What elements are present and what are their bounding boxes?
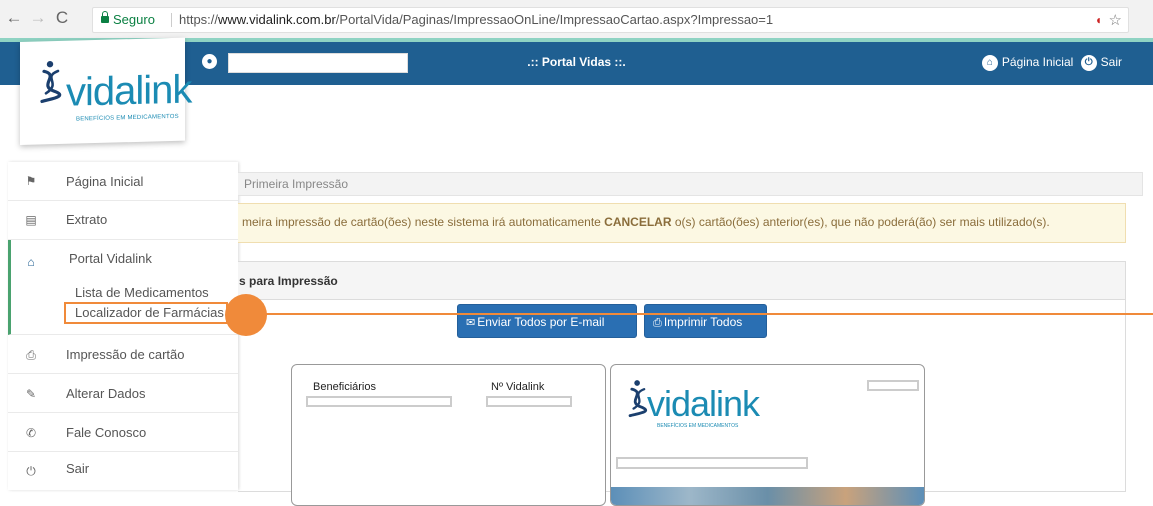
sidebar-item-fale-conosco[interactable]: ✆ Fale Conosco (8, 413, 238, 452)
logout-link[interactable]: ⏻ Sair (1080, 55, 1122, 71)
logo-tagline: BENEFÍCIOS EM MEDICAMENTOS (76, 113, 179, 123)
redacted-card-name (616, 457, 808, 469)
sidebar-item-extrato[interactable]: ▤ Extrato (8, 201, 238, 240)
home-link-label: Página Inicial (1001, 55, 1074, 70)
flag-icon: ⚑ (25, 174, 37, 188)
annotation-marker (225, 294, 267, 336)
reload-icon[interactable]: C (52, 8, 72, 28)
alert-text: meira impressão de cartão(ões) neste sis… (242, 215, 1050, 229)
sidebar-item-label: Impressão de cartão (66, 347, 185, 362)
vidalink-logo-icon (40, 61, 62, 104)
breadcrumb-current: Primeira Impressão (244, 177, 349, 191)
printer-icon: ⎙ (653, 317, 662, 329)
header-links: ⌂ Página Inicial ⏻ Sair (981, 55, 1122, 71)
send-all-email-label: Enviar Todos por E-mail (477, 315, 605, 329)
sidebar-item-alterar-dados[interactable]: ✎ Alterar Dados (8, 374, 238, 413)
secure-label: Seguro (113, 12, 155, 27)
highlight-box (64, 302, 228, 324)
sidebar-item-sair[interactable]: ⏻ Sair (8, 452, 238, 490)
sidebar-item-impressao-cartao[interactable]: ⎙ Impressão de cartão (8, 335, 238, 374)
alert-text-post: o(s) cartão(ões) anterior(es), que não p… (671, 215, 1050, 229)
phone-icon: ✆ (25, 426, 37, 440)
panel-title: s para Impressão (239, 274, 338, 288)
sidebar: ⚑ Página Inicial ▤ Extrato ⌂ Portal Vida… (8, 162, 238, 490)
home-icon: ⌂ (981, 55, 998, 71)
power-icon: ⏻ (1080, 55, 1097, 71)
logo-wordmark: vidalink (66, 67, 192, 115)
send-all-email-button[interactable]: ✉ Enviar Todos por E-mail (457, 304, 637, 338)
print-all-button[interactable]: ⎙ Imprimir Todos (644, 304, 767, 338)
document-icon: ▤ (25, 213, 37, 227)
logout-link-label: Sair (1100, 55, 1122, 70)
panel-header: s para Impressão (238, 262, 1125, 300)
url-text[interactable]: https://www.vidalink.com.br/PortalVida/P… (179, 8, 773, 32)
back-icon[interactable]: ← (4, 8, 24, 28)
sidebar-item-label: Fale Conosco (66, 425, 147, 440)
printer-icon: ⎙ (26, 348, 36, 362)
home-icon: ⌂ (27, 255, 35, 269)
sidebar-item-label: Alterar Dados (66, 386, 146, 401)
forward-icon[interactable]: → (28, 8, 48, 28)
alert-text-strong: CANCELAR (604, 215, 672, 229)
sidebar-subitem-lista-medicamentos[interactable]: Lista de Medicamentos (75, 285, 209, 300)
sidebar-item-label: Sair (66, 461, 90, 476)
alert-text-pre: meira impressão de cartão(ões) neste sis… (242, 215, 605, 229)
logo-card[interactable]: vidalink BENEFÍCIOS EM MEDICAMENTOS (20, 37, 191, 145)
redacted-card-field (867, 380, 919, 391)
sidebar-item-label: Portal Vidalink (69, 251, 152, 266)
star-icon[interactable]: ☆ (1109, 11, 1122, 29)
envelope-icon: ✉ (466, 317, 476, 329)
breadcrumb: Primeira Impressão (238, 172, 1143, 196)
browser-toolbar: ← → C Seguro https://www.vidalink.com.br… (0, 0, 1153, 39)
address-separator (171, 13, 172, 27)
power-icon: ⏻ (26, 464, 36, 478)
print-all-label: Imprimir Todos (663, 315, 743, 329)
secure-indicator[interactable]: Seguro (101, 8, 155, 32)
redacted-beneficiary-name (306, 396, 452, 407)
address-bar[interactable]: Seguro https://www.vidalink.com.br/Porta… (92, 7, 1129, 33)
card-logo-tagline: BENEFÍCIOS EM MEDICAMENTOS (657, 423, 739, 429)
url-prefix: https:// (179, 12, 219, 27)
warning-alert: meira impressão de cartão(ões) neste sis… (238, 203, 1126, 243)
card-vidalink: vidalink BENEFÍCIOS EM MEDICAMENTOS (610, 364, 925, 506)
annotation-line (252, 313, 1153, 315)
col-beneficiarios: Beneficiários (313, 381, 376, 393)
user-edit-icon: ✎ (25, 387, 37, 401)
card-logo-wordmark: vidalink (647, 383, 760, 424)
lock-icon (101, 11, 109, 23)
sidebar-item-label: Página Inicial (66, 174, 144, 189)
extension-icon[interactable]: ◖ (1095, 13, 1102, 27)
home-link[interactable]: ⌂ Página Inicial (981, 55, 1074, 71)
url-domain: www.vidalink.com.br (218, 12, 336, 27)
redacted-vidalink-number (486, 396, 572, 407)
card-beneficiaries: Beneficiários Nº Vidalink (291, 364, 606, 506)
sidebar-item-home[interactable]: ⚑ Página Inicial (8, 162, 238, 201)
sidebar-item-label: Extrato (66, 212, 108, 227)
url-path: /PortalVida/Paginas/ImpressaoOnLine/Impr… (335, 12, 774, 27)
col-numero-vidalink: Nº Vidalink (491, 381, 545, 393)
